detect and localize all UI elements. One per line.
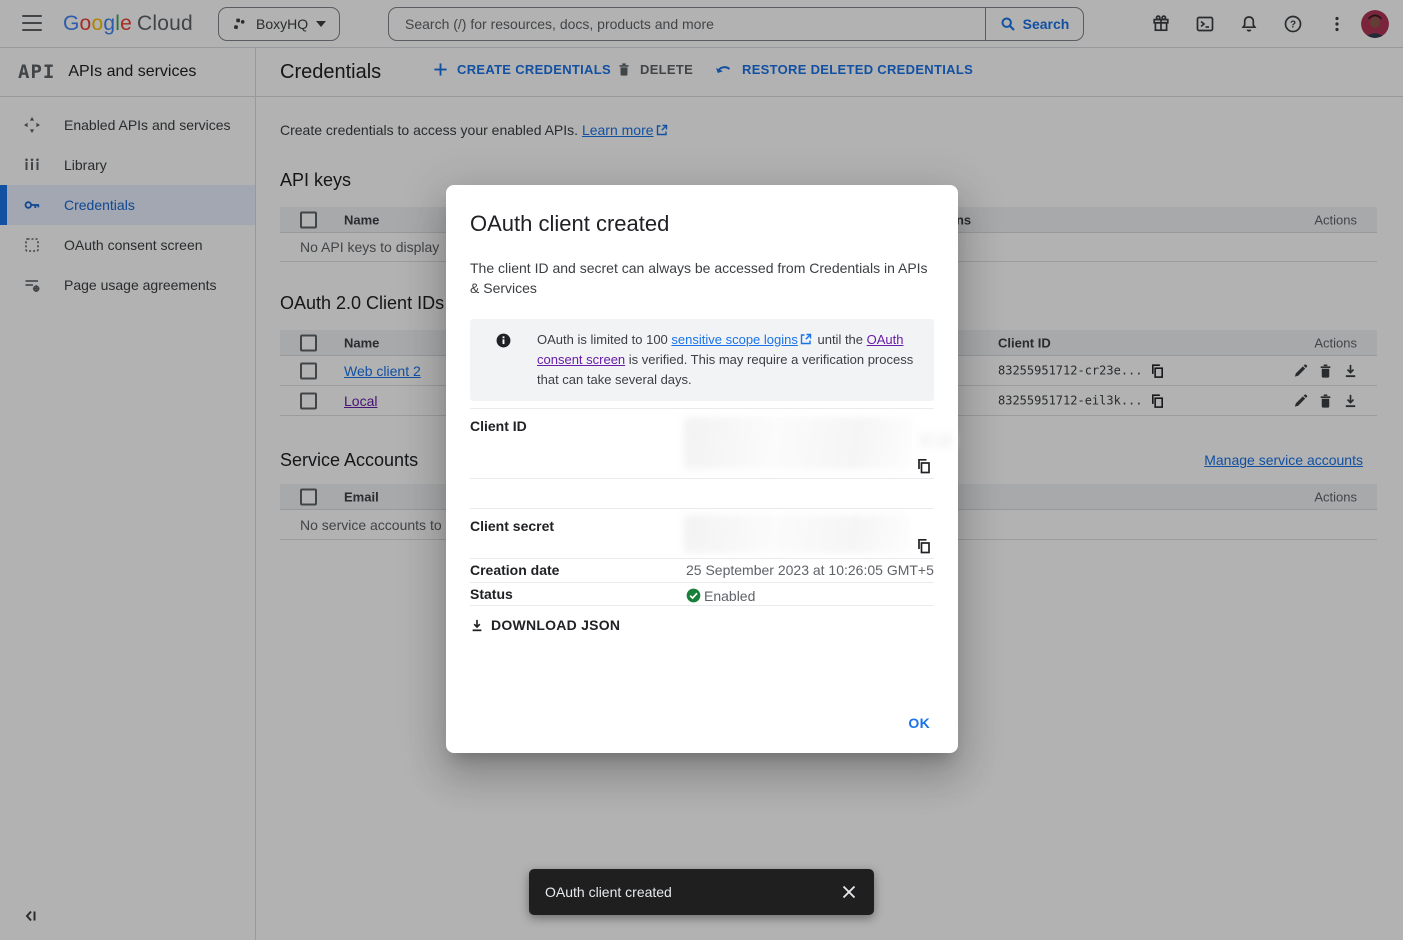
creation-date-label: Creation date bbox=[470, 559, 686, 582]
status-row: Status Enabled bbox=[470, 583, 934, 606]
download-json-label: DOWNLOAD JSON bbox=[491, 617, 620, 633]
copy-icon[interactable] bbox=[916, 538, 932, 554]
download-icon bbox=[470, 618, 484, 633]
copy-icon[interactable] bbox=[916, 458, 932, 474]
status-value: Enabled bbox=[704, 588, 755, 604]
dialog-fields: Client ID Client secret Creation date 25… bbox=[470, 408, 934, 606]
ok-button[interactable]: OK bbox=[908, 715, 930, 731]
verification-notice: OAuth is limited to 100 sensitive scope … bbox=[470, 319, 934, 401]
download-json-button[interactable]: DOWNLOAD JSON bbox=[470, 617, 620, 633]
dialog-body: The client ID and secret can always be a… bbox=[470, 258, 934, 298]
check-circle-icon bbox=[686, 588, 701, 603]
creation-date-row: Creation date 25 September 2023 at 10:26… bbox=[470, 559, 934, 583]
external-link-icon bbox=[800, 333, 812, 345]
toast-message: OAuth client created bbox=[545, 884, 840, 900]
spacer-row bbox=[470, 479, 934, 509]
info-icon bbox=[496, 333, 511, 348]
snackbar-toast: OAuth client created bbox=[529, 869, 874, 915]
client-secret-row: Client secret bbox=[470, 509, 934, 559]
client-id-redacted-value bbox=[920, 433, 954, 448]
notice-text: OAuth is limited to 100 bbox=[537, 332, 671, 347]
close-icon[interactable] bbox=[840, 883, 858, 901]
notice-text: until the bbox=[814, 332, 867, 347]
creation-date-value: 25 September 2023 at 10:26:05 GMT+5 bbox=[686, 559, 934, 582]
client-secret-label: Client secret bbox=[470, 509, 686, 558]
sensitive-scope-logins-link[interactable]: sensitive scope logins bbox=[671, 332, 797, 347]
client-id-redacted-value bbox=[684, 417, 912, 469]
client-id-label: Client ID bbox=[470, 409, 686, 478]
client-secret-redacted-value bbox=[684, 515, 910, 553]
dialog-title: OAuth client created bbox=[470, 211, 934, 237]
client-id-row: Client ID bbox=[470, 409, 934, 479]
oauth-client-created-dialog: OAuth client created The client ID and s… bbox=[446, 185, 958, 753]
status-label: Status bbox=[470, 583, 686, 605]
